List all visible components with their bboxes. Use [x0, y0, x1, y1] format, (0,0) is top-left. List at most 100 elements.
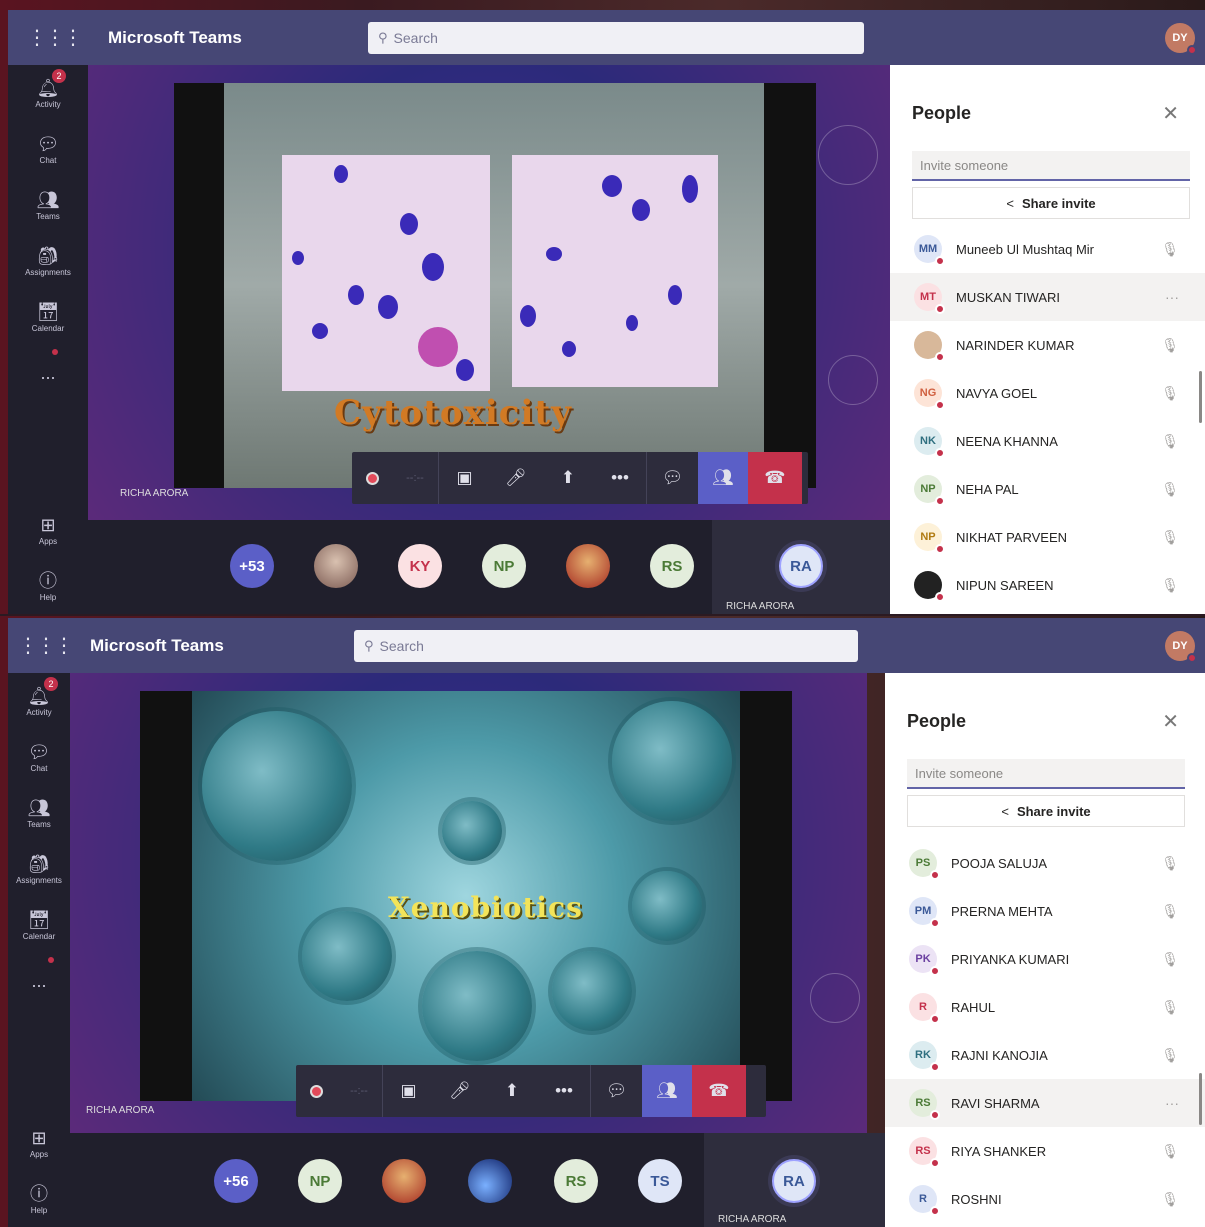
- mic-muted-icon[interactable]: 🎙︎: [1161, 433, 1179, 450]
- participant-row[interactable]: R ROSHNI 🎙︎: [885, 1175, 1205, 1223]
- participant-avatar[interactable]: TS: [638, 1159, 682, 1203]
- participant-row[interactable]: MM Muneeb Ul Mushtaq Mir 🎙︎: [890, 225, 1205, 273]
- mic-muted-icon[interactable]: 🎙︎: [1161, 385, 1179, 402]
- participant-avatar[interactable]: NP: [298, 1159, 342, 1203]
- participant-photo[interactable]: [382, 1159, 426, 1203]
- hang-up-button[interactable]: ☎: [692, 1065, 746, 1117]
- close-icon[interactable]: ✕: [1162, 709, 1179, 734]
- participant-avatar: R: [909, 993, 940, 1024]
- rail-item-assignments[interactable]: 🎒︎ Assignments: [8, 841, 70, 897]
- participants-button[interactable]: 👥︎: [642, 1065, 692, 1117]
- share-invite-button[interactable]: < Share invite: [912, 187, 1190, 219]
- rail-item-more[interactable]: ...: [8, 953, 70, 1009]
- more-actions-button[interactable]: •••: [538, 1065, 590, 1117]
- participant-row[interactable]: MT MUSKAN TIWARI ···: [890, 273, 1205, 321]
- rail-item-activity[interactable]: 🔔︎ 2 Activity: [8, 673, 70, 729]
- app-launcher-icon[interactable]: ⋮⋮⋮: [8, 10, 100, 65]
- rail-item-assignments[interactable]: 🎒︎ Assignments: [8, 233, 88, 289]
- rail-item-activity[interactable]: 🔔︎ 2 Activity: [8, 65, 88, 121]
- chat-toggle-button[interactable]: 💬︎: [646, 452, 698, 504]
- participant-row[interactable]: R RAHUL 🎙︎: [885, 983, 1205, 1031]
- more-actions-button[interactable]: •••: [594, 452, 646, 504]
- cell: [292, 251, 304, 265]
- search-input[interactable]: ⚲ Search: [368, 21, 864, 54]
- app-launcher-icon[interactable]: ⋮⋮⋮: [8, 618, 82, 673]
- self-avatar[interactable]: RA: [772, 1159, 816, 1203]
- search-placeholder: Search: [393, 29, 438, 46]
- search-input[interactable]: ⚲ Search: [354, 629, 858, 662]
- rail-label: Assignments: [16, 875, 62, 885]
- invite-input[interactable]: Invite someone: [912, 151, 1190, 181]
- rail-item-more[interactable]: ...: [8, 345, 88, 401]
- participant-row[interactable]: NP NIKHAT PARVEEN 🎙︎: [890, 513, 1205, 561]
- share-screen-button[interactable]: ⬆: [542, 452, 594, 504]
- mic-muted-icon[interactable]: 🎙︎: [1161, 951, 1179, 968]
- virus-graphic: [632, 871, 702, 941]
- mic-muted-icon[interactable]: 🎙︎: [1161, 481, 1179, 498]
- mic-muted-icon[interactable]: 🎙︎: [1161, 999, 1179, 1016]
- participant-row[interactable]: NIPUN SAREEN 🎙︎: [890, 561, 1205, 609]
- scrollbar[interactable]: [1199, 1073, 1202, 1125]
- more-options-icon[interactable]: ···: [1165, 289, 1179, 305]
- share-screen-button[interactable]: ⬆: [486, 1065, 538, 1117]
- participant-avatar[interactable]: KY: [398, 544, 442, 588]
- participant-row[interactable]: PM PRERNA MEHTA 🎙︎: [885, 887, 1205, 935]
- overflow-count[interactable]: +56: [214, 1159, 258, 1203]
- participant-row[interactable]: NK NEENA KHANNA 🎙︎: [890, 417, 1205, 465]
- camera-off-button[interactable]: ▣: [382, 1065, 434, 1117]
- rail-item-teams[interactable]: 👥︎ Teams: [8, 785, 70, 841]
- mic-off-button[interactable]: 🎤︎: [490, 452, 542, 504]
- participants-button[interactable]: 👥︎: [698, 452, 748, 504]
- participant-avatar[interactable]: NP: [482, 544, 526, 588]
- mic-muted-icon[interactable]: 🎙︎: [1161, 1191, 1179, 1208]
- mic-muted-icon[interactable]: 🎙︎: [1161, 855, 1179, 872]
- scrollbar[interactable]: [1199, 371, 1202, 423]
- more-icon: •••: [555, 1081, 573, 1100]
- participant-avatar[interactable]: RS: [554, 1159, 598, 1203]
- rail-item-chat[interactable]: 💬︎ Chat: [8, 729, 70, 785]
- participant-row[interactable]: NARINDER KUMAR 🎙︎: [890, 321, 1205, 369]
- camera-off-button[interactable]: ▣: [438, 452, 490, 504]
- participant-row[interactable]: NG NAVYA GOEL 🎙︎: [890, 369, 1205, 417]
- hang-up-button[interactable]: ☎: [748, 452, 802, 504]
- participant-row[interactable]: NP NEHA PAL 🎙︎: [890, 465, 1205, 513]
- rail-item-chat[interactable]: 💬︎ Chat: [8, 121, 88, 177]
- chat-toggle-button[interactable]: 💬︎: [590, 1065, 642, 1117]
- profile-avatar[interactable]: DY: [1165, 630, 1197, 663]
- mic-off-button[interactable]: 🎤︎: [434, 1065, 486, 1117]
- share-invite-button[interactable]: < Share invite: [907, 795, 1185, 827]
- participant-row[interactable]: PS POOJA SALUJA 🎙︎: [885, 839, 1205, 887]
- mic-muted-icon[interactable]: 🎙︎: [1161, 1047, 1179, 1064]
- rail-item-apps[interactable]: ⊞ Apps: [8, 1115, 70, 1171]
- participant-photo[interactable]: [566, 544, 610, 588]
- chat-icon: 💬︎: [27, 741, 51, 762]
- participant-photo[interactable]: [314, 544, 358, 588]
- close-icon[interactable]: ✕: [1162, 101, 1179, 126]
- mic-muted-icon[interactable]: 🎙︎: [1161, 903, 1179, 920]
- mic-muted-icon[interactable]: 🎙︎: [1161, 241, 1179, 258]
- mic-muted-icon[interactable]: 🎙︎: [1161, 529, 1179, 546]
- panel-title: People: [912, 103, 972, 123]
- participant-avatar[interactable]: RS: [650, 544, 694, 588]
- self-avatar[interactable]: RA: [779, 544, 823, 588]
- rail-item-calendar[interactable]: 📅︎ Calendar: [8, 897, 70, 953]
- invite-input[interactable]: Invite someone: [907, 759, 1185, 789]
- slide-content: Xenobiotics: [192, 691, 740, 1101]
- rail-label: Calendar: [22, 931, 56, 941]
- participant-row[interactable]: RS RIYA SHANKER 🎙︎: [885, 1127, 1205, 1175]
- more-options-icon[interactable]: ···: [1165, 1095, 1179, 1111]
- participant-row[interactable]: PK PRIYANKA KUMARI 🎙︎: [885, 935, 1205, 983]
- mic-muted-icon[interactable]: 🎙︎: [1161, 577, 1179, 594]
- participant-row[interactable]: RK RAJNI KANOJIA 🎙︎: [885, 1031, 1205, 1079]
- mic-muted-icon[interactable]: 🎙︎: [1161, 337, 1179, 354]
- rail-item-calendar[interactable]: 📅︎ Calendar: [8, 289, 88, 345]
- overflow-count[interactable]: +53: [230, 544, 274, 588]
- participant-row[interactable]: RS RAVI SHARMA ···: [885, 1079, 1205, 1127]
- participant-photo[interactable]: [468, 1159, 512, 1203]
- rail-item-help[interactable]: ⓘ Help: [8, 1171, 70, 1227]
- rail-item-teams[interactable]: 👥︎ Teams: [8, 177, 88, 233]
- mic-muted-icon[interactable]: 🎙︎: [1161, 1143, 1179, 1160]
- rail-item-apps[interactable]: ⊞ Apps: [8, 502, 88, 558]
- profile-avatar[interactable]: DY: [1165, 22, 1197, 55]
- rail-item-help[interactable]: ⓘ Help: [8, 558, 88, 614]
